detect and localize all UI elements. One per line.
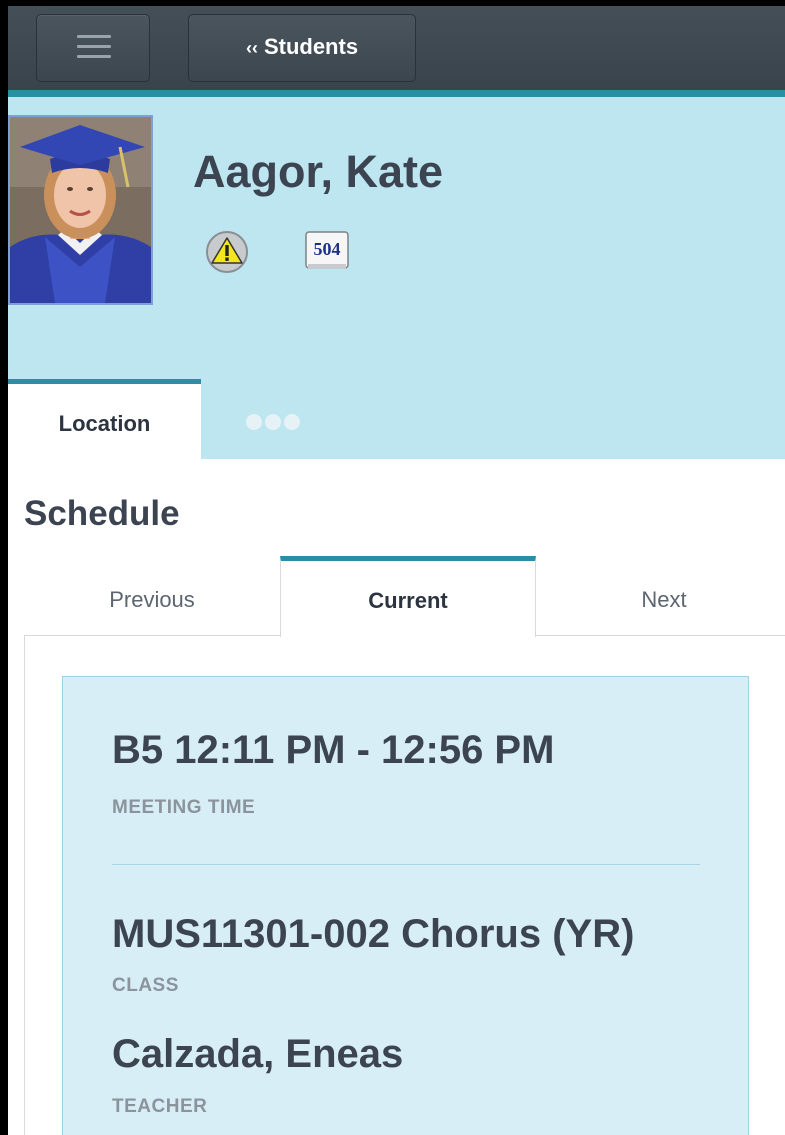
subtab-current[interactable]: Current [280,556,536,637]
window-frame-left [0,0,8,1135]
back-button-label: Students [263,34,359,59]
topbar-accent-bar [8,90,785,97]
more-dots-icon[interactable] [246,414,303,432]
card-divider [112,864,700,865]
alert-icon[interactable] [205,230,249,274]
student-photo-image [10,117,151,303]
student-photo[interactable] [8,115,153,305]
double-chevron-left-icon: ‹‹ [245,38,258,58]
schedule-title: Schedule [24,494,180,533]
teacher-label: TEACHER [112,1096,208,1117]
subtab-previous[interactable]: Previous [24,556,280,636]
menu-button[interactable] [36,14,150,82]
student-name: Aagor, Kate [193,146,444,197]
tab-location-label: Location [58,411,151,436]
window-frame-top [0,0,785,6]
class-label: CLASS [112,975,179,996]
schedule-subtabs: Previous Current Next [24,556,785,637]
tab-location[interactable]: Location [8,379,201,459]
top-bar: ‹‹ Students [8,6,785,90]
hamburger-icon [77,35,111,59]
meeting-time-value: B5 12:11 PM - 12:56 PM [112,728,555,772]
subtab-next[interactable]: Next [536,556,785,636]
doc-badge-text: 504 [314,239,341,259]
meeting-time-label: MEETING TIME [112,797,256,818]
class-value: MUS11301-002 Chorus (YR) [112,912,635,956]
document-504-icon[interactable]: 504 [302,228,352,272]
teacher-value: Calzada, Eneas [112,1032,404,1076]
back-to-students-button[interactable]: ‹‹ Students [188,14,416,82]
